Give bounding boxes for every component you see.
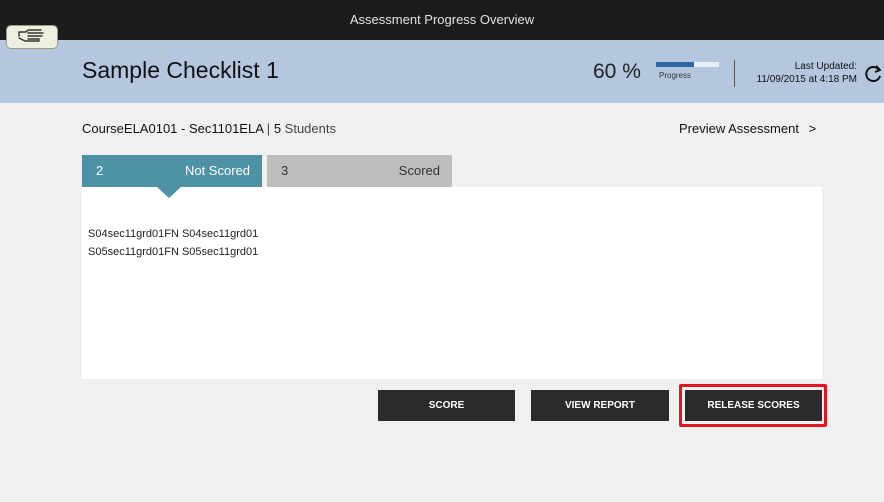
preview-assessment-label: Preview Assessment — [679, 121, 799, 136]
tab-scored-count: 3 — [281, 163, 289, 178]
students-label: Students — [284, 121, 336, 136]
score-button[interactable]: SCORE — [378, 390, 515, 421]
student-list-item[interactable]: S05sec11grd01FN S05sec11grd01 — [88, 246, 258, 258]
tab-not-scored-count: 2 — [96, 163, 104, 178]
progress-bar-fill — [656, 62, 694, 67]
header-divider — [734, 60, 735, 87]
progress-percent: 60 % — [593, 60, 641, 83]
course-separator: | — [266, 121, 271, 136]
student-list-panel — [82, 187, 822, 379]
release-scores-highlight — [679, 384, 827, 427]
course-name: CourseELA0101 - Sec1101ELA — [82, 121, 264, 136]
refresh-button[interactable] — [862, 63, 884, 85]
tab-scored[interactable]: 3 Scored — [267, 155, 452, 187]
active-tab-pointer — [157, 187, 181, 198]
preview-assessment-link[interactable]: Preview Assessment > — [679, 121, 816, 136]
tab-not-scored[interactable]: 2 Not Scored — [82, 155, 262, 187]
chevron-right-icon: > — [808, 121, 817, 136]
progress-label: Progress — [659, 71, 692, 80]
hand-pointer-button[interactable] — [6, 25, 58, 49]
hand-pointer-icon — [17, 27, 47, 48]
refresh-icon — [862, 65, 884, 89]
tab-scored-label: Scored — [398, 163, 440, 178]
title-bar: Assessment Progress Overview — [0, 0, 884, 40]
course-info: CourseELA0101 - Sec1101ELA | 5 Students — [82, 121, 336, 136]
page-title: Sample Checklist 1 — [82, 57, 279, 83]
progress-bar — [656, 62, 719, 67]
view-report-button[interactable]: VIEW REPORT — [531, 390, 669, 421]
last-updated-value: 11/09/2015 at 4:18 PM — [756, 74, 857, 85]
last-updated-label: Last Updated: — [794, 61, 857, 72]
window-title: Assessment Progress Overview — [349, 12, 535, 27]
last-updated: Last Updated: 11/09/2015 at 4:18 PM — [740, 60, 857, 86]
tab-not-scored-label: Not Scored — [184, 163, 250, 178]
student-list-item[interactable]: S04sec11grd01FN S04sec11grd01 — [88, 228, 258, 240]
student-count: 5 — [273, 121, 282, 136]
